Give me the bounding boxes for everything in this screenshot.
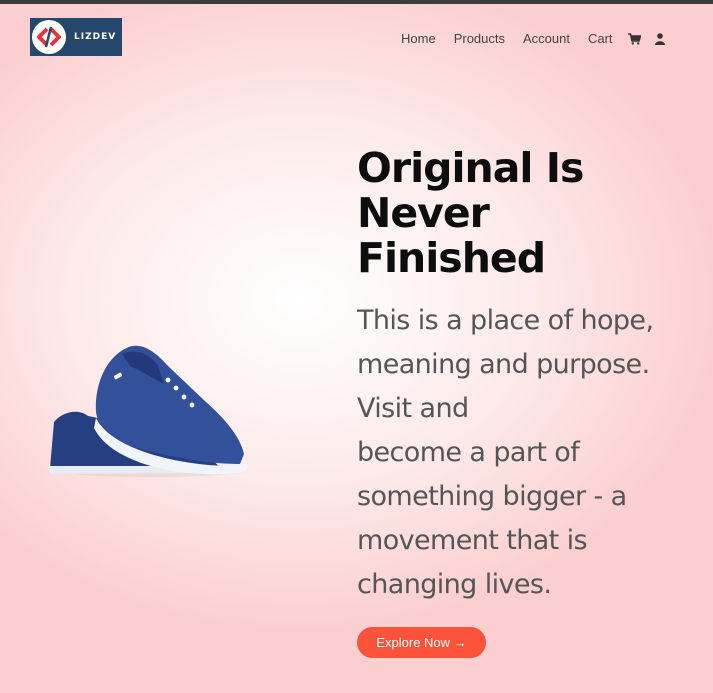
nav-home-link[interactable]: Home xyxy=(401,31,436,46)
nav-products-link[interactable]: Products xyxy=(454,31,505,46)
sneaker-image xyxy=(46,340,251,484)
nav-account-link[interactable]: Account xyxy=(523,31,570,46)
user-icon[interactable] xyxy=(654,32,665,45)
explore-now-button[interactable]: Explore Now → xyxy=(357,627,486,658)
code-brackets-icon xyxy=(32,20,66,54)
main-nav: Home Products Account Cart xyxy=(401,31,665,46)
brand-logo[interactable]: LIZDEV xyxy=(30,18,122,56)
brand-name: LIZDEV xyxy=(74,32,117,42)
shopping-cart-icon[interactable] xyxy=(627,32,641,45)
hero-title: Original Is Never Finished xyxy=(357,144,584,282)
hero-description: This is a place of hope, meaning and pur… xyxy=(357,305,654,600)
top-border xyxy=(0,0,713,4)
nav-cart-link[interactable]: Cart xyxy=(588,31,613,46)
